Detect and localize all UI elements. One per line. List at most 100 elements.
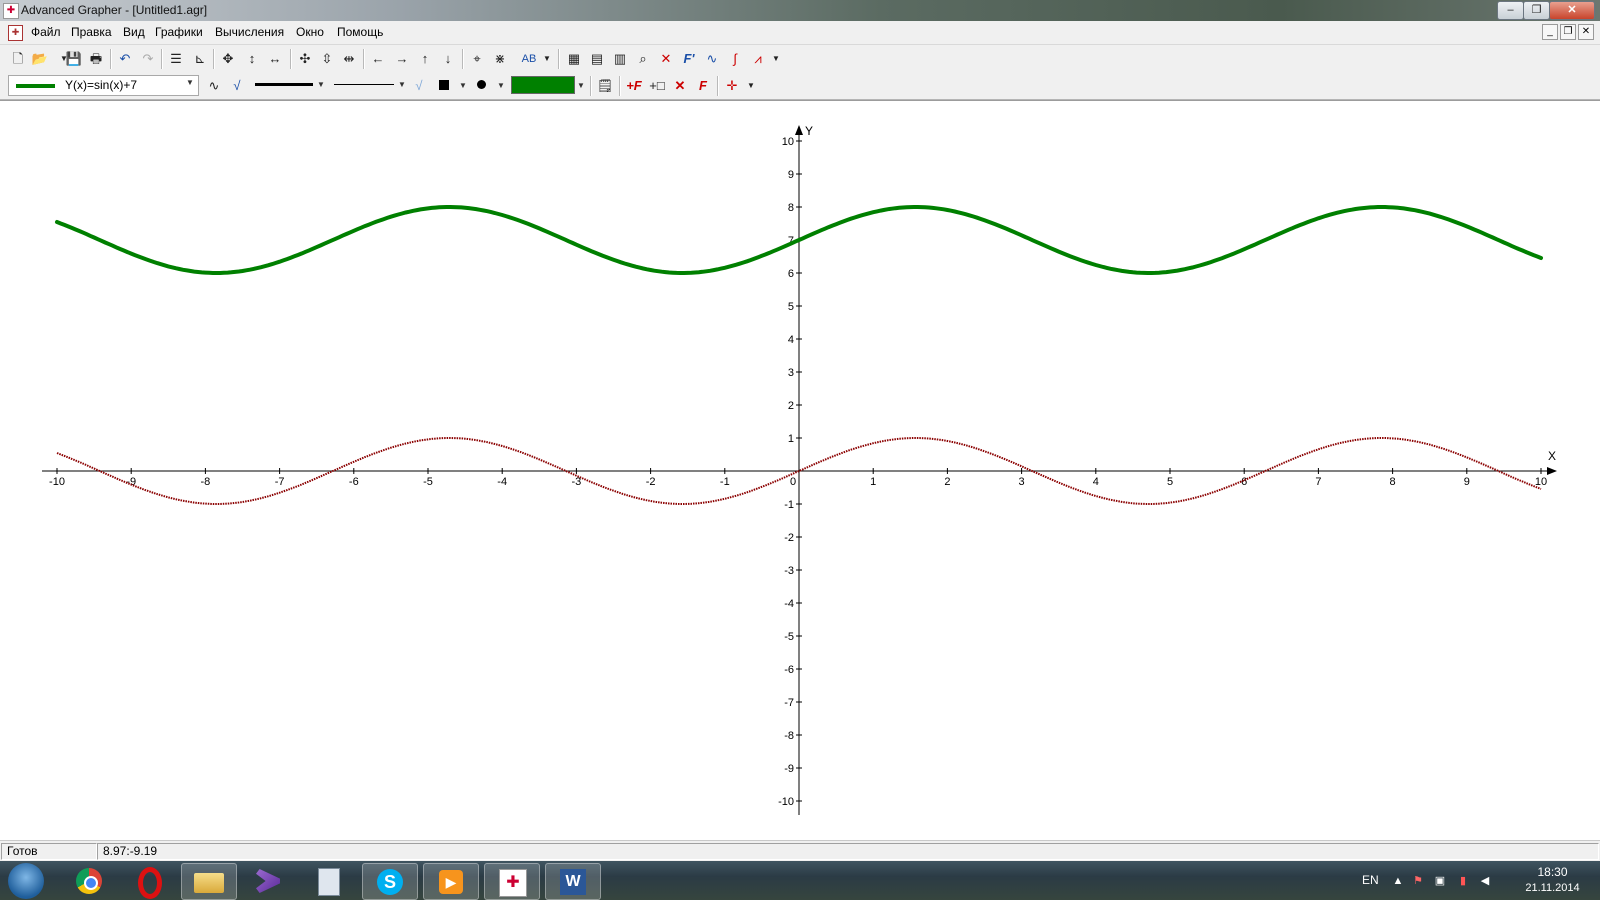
function-f-icon[interactable]: F bbox=[694, 77, 712, 95]
x-tick-label: 6 bbox=[1241, 476, 1247, 488]
function-select[interactable]: Y(x)=sin(x)+7 ▼ bbox=[8, 75, 199, 96]
word-taskbar-button[interactable]: W bbox=[545, 863, 601, 900]
label-icon[interactable]: AB bbox=[520, 50, 538, 68]
y-tick-label: -1 bbox=[784, 499, 794, 511]
open-icon[interactable]: 📂 bbox=[31, 50, 49, 68]
advanced-grapher-taskbar-button[interactable]: ✚ bbox=[484, 863, 540, 900]
visual-studio-taskbar-button[interactable] bbox=[241, 863, 295, 898]
skype-taskbar-button[interactable]: S bbox=[362, 863, 418, 900]
chrome-icon-center bbox=[84, 876, 98, 890]
horizontal-zoom-icon[interactable]: ⇹ bbox=[340, 50, 358, 68]
chrome-taskbar-button[interactable] bbox=[62, 863, 116, 898]
down-arrow-icon[interactable]: ↓ bbox=[439, 50, 457, 68]
chevron-down-icon[interactable]: ▼ bbox=[459, 81, 467, 90]
x-tick-label: -2 bbox=[646, 476, 656, 488]
dot-marker-icon[interactable] bbox=[477, 80, 486, 89]
horizontal-arrows-icon[interactable]: ↔ bbox=[266, 50, 284, 68]
mdi-close-button[interactable]: ✕ bbox=[1578, 24, 1594, 40]
menu-graphs[interactable]: Графики bbox=[155, 25, 203, 39]
restore-button[interactable]: ❐ bbox=[1523, 1, 1550, 20]
document-icon[interactable]: ✚ bbox=[8, 25, 23, 41]
table-icon[interactable]: ▦ bbox=[565, 50, 583, 68]
chevron-down-icon[interactable]: ▼ bbox=[398, 80, 406, 89]
volume-icon[interactable]: ◀ bbox=[1478, 874, 1492, 888]
x-tick-label: -9 bbox=[126, 476, 136, 488]
network-icon[interactable]: ▮ bbox=[1456, 874, 1470, 888]
minimize-button[interactable]: – bbox=[1497, 1, 1524, 20]
menu-file[interactable]: Файл bbox=[31, 25, 61, 39]
mdi-minimize-button[interactable]: _ bbox=[1542, 24, 1558, 40]
up-arrow-icon[interactable]: ↑ bbox=[416, 50, 434, 68]
label-dropdown-icon[interactable]: ▼ bbox=[538, 50, 556, 68]
add-function-icon[interactable]: +F bbox=[625, 77, 643, 95]
media-player-taskbar-button[interactable]: ▶ bbox=[423, 863, 479, 900]
point-icon[interactable]: ✛ bbox=[723, 77, 741, 95]
point-dropdown-icon[interactable]: ▼ bbox=[742, 77, 760, 95]
device-icon[interactable]: ▣ bbox=[1433, 874, 1447, 888]
chevron-down-icon[interactable]: ▼ bbox=[186, 78, 194, 87]
derivative-icon[interactable]: F' bbox=[680, 50, 698, 68]
move-icon[interactable]: ✥ bbox=[219, 50, 237, 68]
menu-help[interactable]: Помощь bbox=[337, 25, 383, 39]
check-icon[interactable]: √ bbox=[410, 77, 428, 95]
undo-icon[interactable]: ↶ bbox=[116, 50, 134, 68]
x-tick-label: -10 bbox=[49, 476, 65, 488]
language-indicator[interactable]: EN bbox=[1362, 873, 1379, 887]
menu-view[interactable]: Вид bbox=[123, 25, 145, 39]
tangent-icon[interactable]: ∿ bbox=[703, 50, 721, 68]
print-icon[interactable]: 🖶 bbox=[87, 50, 105, 68]
save-icon[interactable]: 💾 bbox=[65, 50, 83, 68]
opera-taskbar-button[interactable] bbox=[122, 863, 176, 899]
y-tick-label: 10 bbox=[782, 136, 794, 148]
y-tick-label: -5 bbox=[784, 631, 794, 643]
new-file-icon[interactable]: 🗋 bbox=[9, 50, 27, 68]
vertical-zoom-icon[interactable]: ⇳ bbox=[318, 50, 336, 68]
color-swatch[interactable] bbox=[511, 76, 575, 94]
chevron-down-icon[interactable]: ▼ bbox=[317, 80, 325, 89]
line-width-select[interactable]: ▼ bbox=[332, 76, 406, 93]
vertical-arrows-icon[interactable]: ↕ bbox=[243, 50, 261, 68]
chart-icon[interactable]: ⩘ bbox=[749, 50, 767, 68]
zoom-in-icon[interactable]: ✣ bbox=[296, 50, 314, 68]
toolbar-separator bbox=[363, 49, 365, 69]
calculator-icon[interactable]: ▤ bbox=[588, 50, 606, 68]
menu-calculations[interactable]: Вычисления bbox=[215, 25, 284, 39]
graph-area[interactable]: X Y -10 -9 -8 -7 -6 -5 -4 -3 -2 -1 0 1 2 3 4 5 6 7 8 9 10 10 9 8 7… bbox=[0, 100, 1600, 841]
line-style-select[interactable]: ▼ bbox=[251, 76, 325, 93]
integral-icon[interactable]: ∫ bbox=[726, 50, 744, 68]
curve-icon[interactable]: ∿ bbox=[205, 77, 223, 95]
calculator-taskbar-button[interactable] bbox=[302, 863, 356, 898]
add-table-icon[interactable]: +□ bbox=[648, 77, 666, 95]
chevron-down-icon[interactable]: ▼ bbox=[497, 81, 505, 90]
spreadsheet-icon[interactable]: ▥ bbox=[611, 50, 629, 68]
x-tick-label: 2 bbox=[944, 476, 950, 488]
axes-icon[interactable]: ⊾ bbox=[191, 50, 209, 68]
check-icon[interactable]: √ bbox=[228, 77, 246, 95]
explorer-taskbar-button[interactable] bbox=[181, 863, 237, 900]
delete-icon[interactable]: ✕ bbox=[671, 77, 689, 95]
clock-date[interactable]: 21.11.2014 bbox=[1515, 882, 1590, 894]
chart-dropdown-icon[interactable]: ▼ bbox=[767, 50, 785, 68]
menu-edit[interactable]: Правка bbox=[71, 25, 112, 39]
clock-time[interactable]: 18:30 bbox=[1525, 865, 1580, 879]
settings-icon[interactable]: 🗒 bbox=[596, 77, 614, 95]
start-button[interactable] bbox=[8, 863, 44, 899]
menu-window[interactable]: Окно bbox=[296, 25, 324, 39]
list-icon[interactable]: ☰ bbox=[167, 50, 185, 68]
action-center-icon[interactable]: ⚑ bbox=[1411, 874, 1425, 888]
mdi-restore-button[interactable]: ❐ bbox=[1560, 24, 1576, 40]
close-button[interactable]: ✕ bbox=[1549, 1, 1595, 20]
zoom-glass-icon[interactable]: ⌕ bbox=[634, 50, 652, 68]
chevron-down-icon[interactable]: ▼ bbox=[577, 81, 585, 90]
square-marker-icon[interactable] bbox=[439, 80, 449, 90]
show-hidden-icons-icon[interactable]: ▲ bbox=[1391, 874, 1405, 888]
redo-icon[interactable]: ↷ bbox=[139, 50, 157, 68]
left-arrow-icon[interactable]: ← bbox=[369, 50, 387, 68]
right-arrow-icon[interactable]: → bbox=[393, 50, 411, 68]
graph-canvas[interactable]: XY-10 -9 -8 -7 -6 -5 -4 -3 -2 -1 0 1 2 3 4 5 6 7 8 9 1010987… bbox=[0, 101, 1600, 840]
grid-icon[interactable]: ⋇ bbox=[491, 50, 509, 68]
app-icon[interactable]: ✚ bbox=[3, 3, 19, 19]
media-player-icon: ▶ bbox=[439, 870, 463, 894]
intersection-icon[interactable]: ✕ bbox=[657, 50, 675, 68]
crosshair-icon[interactable]: ⌖ bbox=[468, 50, 486, 68]
